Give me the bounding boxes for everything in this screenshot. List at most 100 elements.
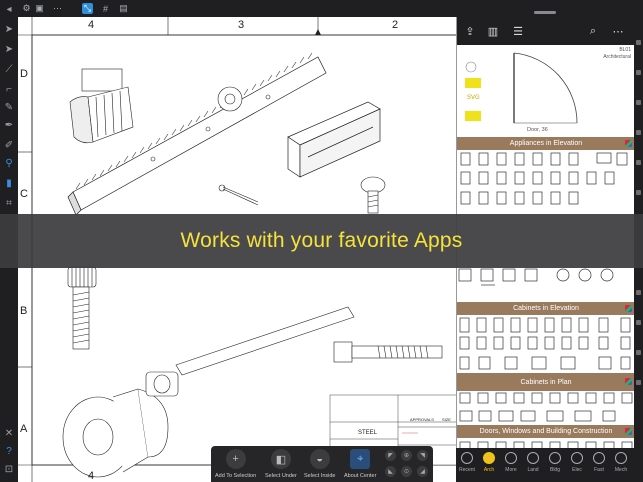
library-tab-bar: Recent Arch More Land Bldg Elec Fast Mec… (456, 448, 634, 482)
align-bottom-left-icon[interactable]: ◣ (385, 466, 396, 477)
tab-mech[interactable]: Mech (610, 450, 632, 480)
layers-icon[interactable]: ▤ (118, 3, 129, 14)
crop-icon[interactable]: ⌗ (3, 198, 15, 210)
strip-dot[interactable] (636, 320, 641, 325)
svg-option[interactable]: SVG (467, 95, 480, 101)
section-header[interactable]: Appliances in Elevation (457, 137, 634, 150)
select-arrow-icon[interactable]: ➤ (3, 44, 15, 56)
about-center-button[interactable]: ⌖ About Center (344, 449, 376, 479)
app-window: ⚙ ▣ ⋯ ⤡ # ▤ ◂ ➤ ➤ ⟋ ⌐ ✎ ✒ ✐ ⚲ ▮ ⌗ ✕ ? ⊡ (0, 0, 643, 482)
pencil-icon[interactable]: ✎ (3, 102, 15, 114)
row-label: C (20, 188, 28, 200)
pointer-icon[interactable]: ➤ (3, 24, 15, 36)
zoom-icon[interactable]: ⊡ (3, 464, 15, 476)
brush-icon[interactable]: ✐ (3, 140, 15, 152)
share-icon[interactable]: ⇪ (464, 25, 476, 38)
strip-dot[interactable] (636, 70, 641, 75)
mech-icon (615, 452, 627, 464)
more-icon[interactable]: ⋯ (612, 25, 624, 38)
section-header[interactable]: Cabinets in Elevation (457, 302, 634, 315)
strip-dot[interactable] (636, 130, 641, 135)
strip-dot[interactable] (636, 160, 641, 165)
tab-elec[interactable]: Elec (566, 450, 588, 480)
layers-icon: ◧ (270, 449, 291, 469)
strip-dot[interactable] (636, 290, 641, 295)
building-icon (549, 452, 561, 464)
tab-land[interactable]: Land (522, 450, 544, 480)
cabinet-symbols-top (458, 268, 614, 286)
title-block-approvals: APPROVALS (410, 417, 434, 422)
plus-icon: + (225, 449, 246, 469)
close-icon[interactable]: ✕ (3, 428, 15, 440)
color-palette-icon (625, 428, 632, 435)
selection-bar: + Add To Selection ◧ Select Under ◒ Sele… (211, 446, 433, 482)
align-top-left-icon[interactable]: ◤ (385, 450, 396, 461)
col-label: 3 (238, 19, 245, 31)
book-icon[interactable]: ▥ (487, 25, 499, 38)
tab-more[interactable]: More (500, 450, 522, 480)
color-palette-icon (625, 378, 632, 385)
tab-arch[interactable]: Arch (478, 450, 500, 480)
panel-top-strip (456, 0, 634, 17)
select-under-button[interactable]: ◧ Select Under (265, 449, 297, 479)
pen-icon[interactable]: ✒ (3, 120, 15, 132)
polyline-tool-icon[interactable]: ⌐ (3, 84, 15, 96)
more-dots-icon[interactable]: ⋯ (52, 3, 63, 14)
tab-fast[interactable]: Fast (588, 450, 610, 480)
more-icon (505, 452, 517, 464)
clock-icon (461, 452, 473, 464)
eyedropper-icon[interactable]: ⚲ (3, 158, 15, 170)
land-icon (527, 452, 539, 464)
select-inside-button[interactable]: ◒ Select Inside (304, 449, 336, 479)
center-icon: ⌖ (350, 449, 371, 469)
help-icon[interactable]: ? (3, 446, 15, 458)
back-icon[interactable]: ◂ (3, 4, 15, 16)
banner-text: Works with your favorite Apps (180, 229, 463, 252)
symbol-grid[interactable] (457, 267, 634, 302)
snap-icon[interactable]: ⤡ (82, 3, 93, 14)
cabinet-plan-symbols (459, 392, 633, 422)
line-tool-icon[interactable]: ⟋ (3, 64, 15, 76)
symbol-preview[interactable]: BL01 Architectural SVG Door, 36 (457, 45, 634, 136)
section-header[interactable]: Cabinets in Plan (457, 373, 634, 391)
align-bottom-right-icon[interactable]: ◢ (417, 466, 428, 477)
strip-dot[interactable] (636, 100, 641, 105)
search-icon[interactable]: ⌕ (587, 25, 599, 37)
row-label: D (20, 68, 28, 80)
color-palette-icon (625, 305, 632, 312)
col-label: 2 (392, 19, 399, 31)
section-header[interactable]: Doors, Windows and Building Construction (457, 425, 634, 438)
col-label-bottom: 4 (88, 470, 95, 482)
col-label: 4 (88, 19, 95, 31)
appliance-symbols (460, 152, 628, 205)
align-top-right-icon[interactable]: ◥ (417, 450, 428, 461)
strip-dot[interactable] (636, 40, 641, 45)
tab-bldg[interactable]: Bldg (544, 450, 566, 480)
preview-caption: Door, 36 (527, 127, 548, 133)
row-label: A (20, 423, 28, 435)
tab-recent[interactable]: Recent (456, 450, 478, 480)
symbol-grid[interactable] (457, 315, 634, 373)
library-header: ⇪ ▥ ☰ ⌕ ⋯ (457, 17, 634, 45)
page-icon[interactable]: ▣ (34, 3, 45, 14)
grid-icon[interactable]: # (100, 3, 111, 14)
align-top-icon[interactable]: ⊕ (401, 450, 412, 461)
list-icon[interactable]: ☰ (512, 25, 524, 38)
strip-dot[interactable] (636, 190, 641, 195)
row-label: B (20, 305, 28, 317)
symbol-grid[interactable] (457, 150, 634, 214)
arch-icon (483, 452, 495, 464)
door-symbol (465, 52, 578, 124)
add-to-selection-button[interactable]: + Add To Selection (215, 449, 256, 479)
electric-icon (571, 452, 583, 464)
color-palette-icon (625, 140, 632, 147)
settings-gear-icon[interactable]: ⚙ (21, 3, 32, 14)
marker-icon[interactable]: ▮ (3, 178, 15, 190)
align-center-icon[interactable]: ⊙ (401, 466, 412, 477)
strip-dot[interactable] (636, 350, 641, 355)
strip-dot[interactable] (636, 380, 641, 385)
drag-handle[interactable] (534, 11, 556, 14)
cabinet-elevation-symbols (459, 317, 631, 370)
symbol-grid[interactable] (457, 391, 634, 425)
fastener-icon (593, 452, 605, 464)
